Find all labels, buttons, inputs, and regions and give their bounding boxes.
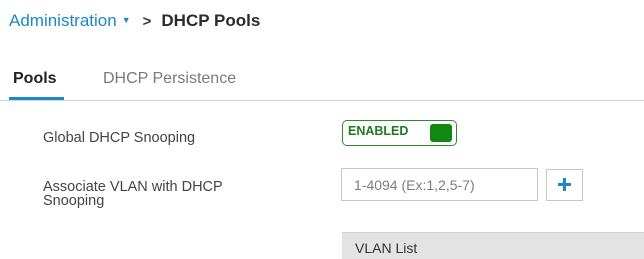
page-title: DHCP Pools — [161, 11, 261, 30]
global-dhcp-snooping-label: Global DHCP Snooping — [43, 130, 196, 146]
tab-divider — [0, 100, 644, 101]
vlan-list-title: VLAN List — [355, 240, 418, 256]
global-dhcp-snooping-toggle[interactable]: ENABLED — [342, 120, 457, 146]
tab-bar: Pools DHCP Persistence — [0, 64, 644, 104]
add-vlan-button[interactable] — [546, 169, 583, 201]
vlan-list-header: VLAN List — [342, 232, 644, 259]
associate-vlan-label: Associate VLAN with DHCP Snooping — [43, 179, 223, 209]
toggle-state-text: ENABLED — [348, 124, 409, 138]
tab-pools[interactable]: Pools — [13, 70, 57, 88]
tab-dhcp-persistence[interactable]: DHCP Persistence — [103, 70, 236, 88]
breadcrumb: Administration ▼ > DHCP Pools — [9, 8, 260, 34]
breadcrumb-separator: > — [142, 12, 152, 30]
toggle-knob — [430, 124, 452, 142]
caret-down-icon[interactable]: ▼ — [122, 15, 131, 25]
vlan-input[interactable] — [341, 168, 538, 201]
breadcrumb-administration-link[interactable]: Administration — [9, 11, 117, 31]
